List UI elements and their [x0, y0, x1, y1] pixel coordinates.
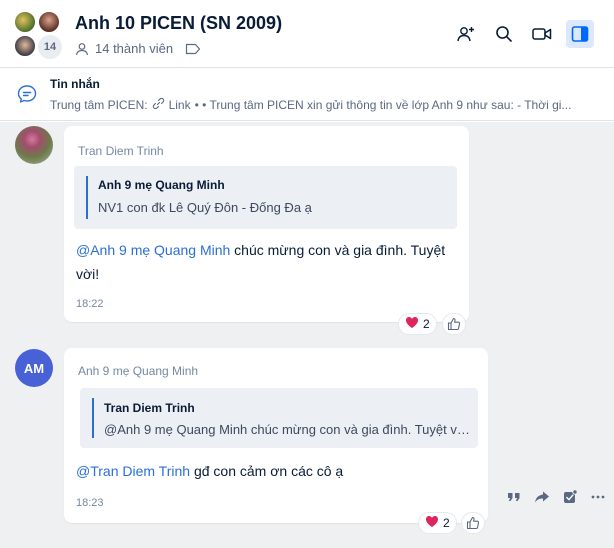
quote-bar [86, 176, 88, 219]
mention-link[interactable]: @Anh 9 mẹ Quang Minh [76, 242, 230, 258]
like-icon[interactable] [442, 313, 466, 335]
member-avatar [38, 11, 60, 33]
message-body: gđ con cảm ơn các cô ạ [190, 463, 344, 479]
avatar-count-badge: 14 [38, 35, 62, 59]
message-list[interactable]: Tran Diem Trinh Anh 9 mẹ Quang Minh NV1 … [0, 122, 614, 548]
member-avatar [14, 11, 36, 33]
reaction-badge[interactable]: 2 [418, 512, 457, 534]
pinned-preview-text: • • Trung tâm PICEN xin gửi thông tin về… [194, 98, 572, 112]
video-call-icon[interactable] [528, 20, 556, 48]
reaction-count: 2 [443, 516, 450, 530]
quote-author: Anh 9 mẹ Quang Minh [98, 178, 225, 192]
heart-icon [405, 316, 419, 332]
chat-header: 14 Anh 10 PICEN (SN 2009) 14 thành viên [0, 0, 614, 68]
add-member-icon[interactable] [452, 20, 480, 48]
member-icon [75, 42, 89, 56]
group-subtitle: 14 thành viên [75, 41, 201, 56]
quoted-message[interactable]: Anh 9 mẹ Quang Minh NV1 con đk Lê Quý Đô… [74, 166, 457, 229]
chat-bubble-icon [16, 83, 38, 110]
member-count[interactable]: 14 thành viên [95, 41, 173, 56]
pinned-title: Tin nhắn [50, 77, 100, 91]
link-icon [152, 97, 165, 113]
sidebar-toggle-icon[interactable] [566, 20, 594, 48]
pinned-preview: Trung tâm PICEN: Link • • Trung tâm PICE… [50, 97, 590, 113]
sender-avatar[interactable] [15, 126, 53, 164]
sender-name: Anh 9 mẹ Quang Minh [78, 364, 199, 378]
tag-icon[interactable] [185, 43, 201, 55]
header-actions [452, 20, 594, 48]
quote-icon[interactable] [506, 490, 522, 509]
group-title[interactable]: Anh 10 PICEN (SN 2009) [75, 13, 282, 34]
member-avatar [14, 35, 36, 57]
pinned-message-bar[interactable]: Tin nhắn Trung tâm PICEN: Link • • Trung… [0, 69, 614, 121]
mention-link[interactable]: @Tran Diem Trinh [76, 463, 190, 479]
message-bubble[interactable]: Tran Diem Trinh Anh 9 mẹ Quang Minh NV1 … [64, 126, 469, 322]
quoted-message[interactable]: Tran Diem Trinh @Anh 9 mẹ Quang Minh chú… [80, 388, 478, 448]
group-avatar[interactable]: 14 [14, 11, 62, 59]
quote-author: Tran Diem Trinh [104, 401, 195, 415]
sender-avatar[interactable]: AM [15, 349, 53, 387]
like-icon[interactable] [461, 512, 485, 534]
more-icon[interactable] [590, 490, 606, 509]
reaction-count: 2 [423, 317, 430, 331]
message-text: @Tran Diem Trinh gđ con cảm ơn các cô ạ [76, 459, 476, 483]
search-icon[interactable] [490, 20, 518, 48]
quote-bar [92, 398, 94, 438]
message-text: @Anh 9 mẹ Quang Minh chúc mừng con và gi… [76, 238, 446, 286]
pinned-source: Trung tâm PICEN: [50, 98, 148, 112]
quote-text: @Anh 9 mẹ Quang Minh chúc mừng con và gi… [104, 422, 470, 437]
message-time: 18:22 [76, 298, 104, 310]
pinned-link-label[interactable]: Link [169, 98, 191, 112]
heart-icon [425, 515, 439, 531]
reaction-badge[interactable]: 2 [398, 313, 437, 335]
message-bubble[interactable]: Anh 9 mẹ Quang Minh Tran Diem Trinh @Anh… [64, 348, 488, 523]
message-time: 18:23 [76, 497, 104, 509]
sender-name: Tran Diem Trinh [78, 144, 164, 158]
task-icon[interactable] [562, 488, 578, 510]
message-actions [500, 488, 612, 510]
forward-icon[interactable] [534, 490, 550, 509]
quote-text: NV1 con đk Lê Quý Đôn - Đống Đa ạ [98, 200, 312, 215]
